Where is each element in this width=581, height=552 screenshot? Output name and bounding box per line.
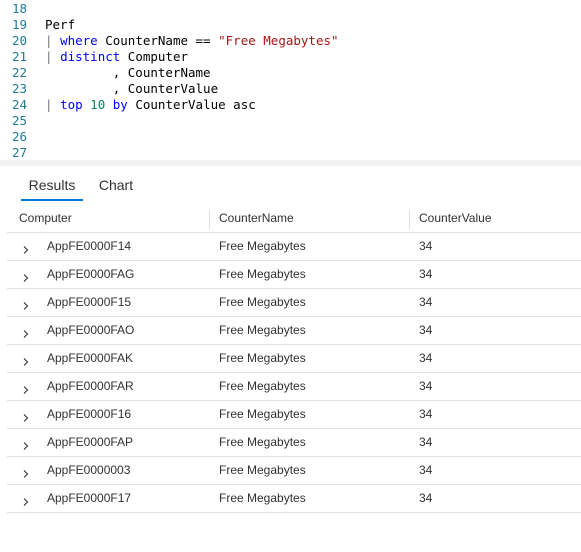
cell-computer: AppFE0000003 bbox=[47, 463, 131, 477]
cell-computer: AppFE0000F16 bbox=[47, 407, 132, 421]
code-text: | top 10 by CounterValue asc bbox=[45, 97, 256, 113]
tab-chart[interactable]: Chart bbox=[93, 166, 139, 204]
chevron-right-icon[interactable] bbox=[21, 410, 31, 422]
cell-countername: Free Megabytes bbox=[219, 351, 306, 365]
table-row[interactable]: AppFE0000F14 Free Megabytes 34 bbox=[7, 233, 581, 261]
cell-countername: Free Megabytes bbox=[219, 379, 306, 393]
cell-computer: AppFE0000FAO bbox=[47, 323, 135, 337]
chevron-right-icon[interactable] bbox=[21, 438, 31, 450]
cell-computer: AppFE0000F15 bbox=[47, 295, 132, 309]
cell-countername: Free Megabytes bbox=[219, 239, 306, 253]
code-token-kw: by bbox=[112, 97, 128, 112]
table-row[interactable]: AppFE0000FAG Free Megabytes 34 bbox=[7, 261, 581, 289]
line-number: 27 bbox=[12, 145, 28, 160]
table-row[interactable]: AppFE0000FAP Free Megabytes 34 bbox=[7, 429, 581, 457]
code-token-kw: distinct bbox=[60, 49, 121, 64]
table-row[interactable]: AppFE0000F16 Free Megabytes 34 bbox=[7, 401, 581, 429]
cell-countervalue: 34 bbox=[419, 463, 433, 477]
code-token-plain: CounterValue asc bbox=[127, 97, 256, 112]
cell-countervalue: 34 bbox=[419, 491, 433, 505]
chevron-right-icon[interactable] bbox=[21, 354, 31, 366]
code-text: Perf bbox=[45, 17, 75, 33]
code-text: , CounterName bbox=[45, 65, 211, 81]
table-row[interactable]: AppFE0000FAR Free Megabytes 34 bbox=[7, 373, 581, 401]
line-number: 26 bbox=[12, 129, 28, 144]
code-token-pipe: | bbox=[45, 49, 61, 64]
code-token-str: "Free Megabytes" bbox=[218, 33, 339, 48]
line-number: 23 bbox=[12, 81, 28, 96]
table-row[interactable]: AppFE0000003 Free Megabytes 34 bbox=[7, 457, 581, 485]
code-text: , CounterValue bbox=[45, 81, 218, 97]
line-number: 21 bbox=[12, 49, 28, 64]
code-token-plain: , CounterName bbox=[45, 65, 211, 80]
code-token-pipe: | bbox=[45, 33, 61, 48]
column-header-countervalue[interactable]: CounterValue bbox=[409, 204, 492, 232]
cell-computer: AppFE0000FAG bbox=[47, 267, 135, 281]
column-header-countername[interactable]: CounterName bbox=[209, 204, 294, 232]
grid-body: AppFE0000F14 Free Megabytes 34 AppFE0000FAG… bbox=[7, 233, 581, 513]
grid-header: Computer CounterName CounterValue bbox=[7, 204, 581, 233]
table-row[interactable]: AppFE0000F17 Free Megabytes 34 bbox=[7, 485, 581, 513]
chevron-right-icon[interactable] bbox=[21, 298, 31, 310]
chevron-right-icon[interactable] bbox=[21, 326, 31, 338]
code-text: | distinct Computer bbox=[45, 49, 188, 65]
cell-countervalue: 34 bbox=[419, 323, 433, 337]
code-text: | where CounterName == "Free Megabytes" bbox=[45, 33, 339, 49]
line-number: 18 bbox=[12, 1, 28, 16]
chevron-right-icon[interactable] bbox=[21, 494, 31, 506]
column-header-computer[interactable]: Computer bbox=[19, 204, 72, 232]
line-number: 24 bbox=[12, 97, 28, 112]
tab-results[interactable]: Results bbox=[21, 166, 83, 204]
cell-computer: AppFE0000FAP bbox=[47, 435, 134, 449]
cell-countername: Free Megabytes bbox=[219, 435, 306, 449]
code-token-kw: top bbox=[60, 97, 83, 112]
cell-computer: AppFE0000F14 bbox=[47, 239, 132, 253]
cell-countername: Free Megabytes bbox=[219, 463, 306, 477]
line-number: 22 bbox=[12, 65, 28, 80]
table-row[interactable]: AppFE0000F15 Free Megabytes 34 bbox=[7, 289, 581, 317]
line-number: 20 bbox=[12, 33, 28, 48]
code-token-num: 10 bbox=[90, 97, 106, 112]
results-grid: Computer CounterName CounterValue AppFE0… bbox=[7, 204, 581, 513]
cell-computer: AppFE0000FAR bbox=[47, 379, 134, 393]
code-token-pipe: | bbox=[45, 97, 61, 112]
code-token-plain: Computer bbox=[120, 49, 189, 64]
chevron-right-icon[interactable] bbox=[21, 242, 31, 254]
cell-computer: AppFE0000F17 bbox=[47, 491, 132, 505]
code-token-plain: Perf bbox=[45, 17, 76, 32]
code-token-plain: , CounterValue bbox=[45, 81, 219, 96]
cell-countername: Free Megabytes bbox=[219, 491, 306, 505]
cell-countervalue: 34 bbox=[419, 351, 433, 365]
table-row[interactable]: AppFE0000FAO Free Megabytes 34 bbox=[7, 317, 581, 345]
code-token-plain: CounterName == bbox=[97, 33, 219, 48]
chevron-right-icon[interactable] bbox=[21, 270, 31, 282]
result-tabs: Results Chart bbox=[0, 166, 581, 204]
cell-countervalue: 34 bbox=[419, 407, 433, 421]
cell-countervalue: 34 bbox=[419, 239, 433, 253]
line-number: 19 bbox=[12, 17, 28, 32]
cell-countername: Free Megabytes bbox=[219, 295, 306, 309]
line-number: 25 bbox=[12, 113, 28, 128]
cell-countername: Free Megabytes bbox=[219, 407, 306, 421]
cell-countervalue: 34 bbox=[419, 295, 433, 309]
cell-countervalue: 34 bbox=[419, 435, 433, 449]
table-row[interactable]: AppFE0000FAK Free Megabytes 34 bbox=[7, 345, 581, 373]
chevron-right-icon[interactable] bbox=[21, 466, 31, 478]
cell-countername: Free Megabytes bbox=[219, 323, 306, 337]
chevron-right-icon[interactable] bbox=[21, 382, 31, 394]
cell-countervalue: 34 bbox=[419, 379, 433, 393]
cell-countervalue: 34 bbox=[419, 267, 433, 281]
cell-computer: AppFE0000FAK bbox=[47, 351, 134, 365]
query-editor[interactable]: 18 19 Perf 20 | where CounterName == "Free M… bbox=[0, 0, 581, 160]
code-token-kw: where bbox=[60, 33, 98, 48]
cell-countername: Free Megabytes bbox=[219, 267, 306, 281]
